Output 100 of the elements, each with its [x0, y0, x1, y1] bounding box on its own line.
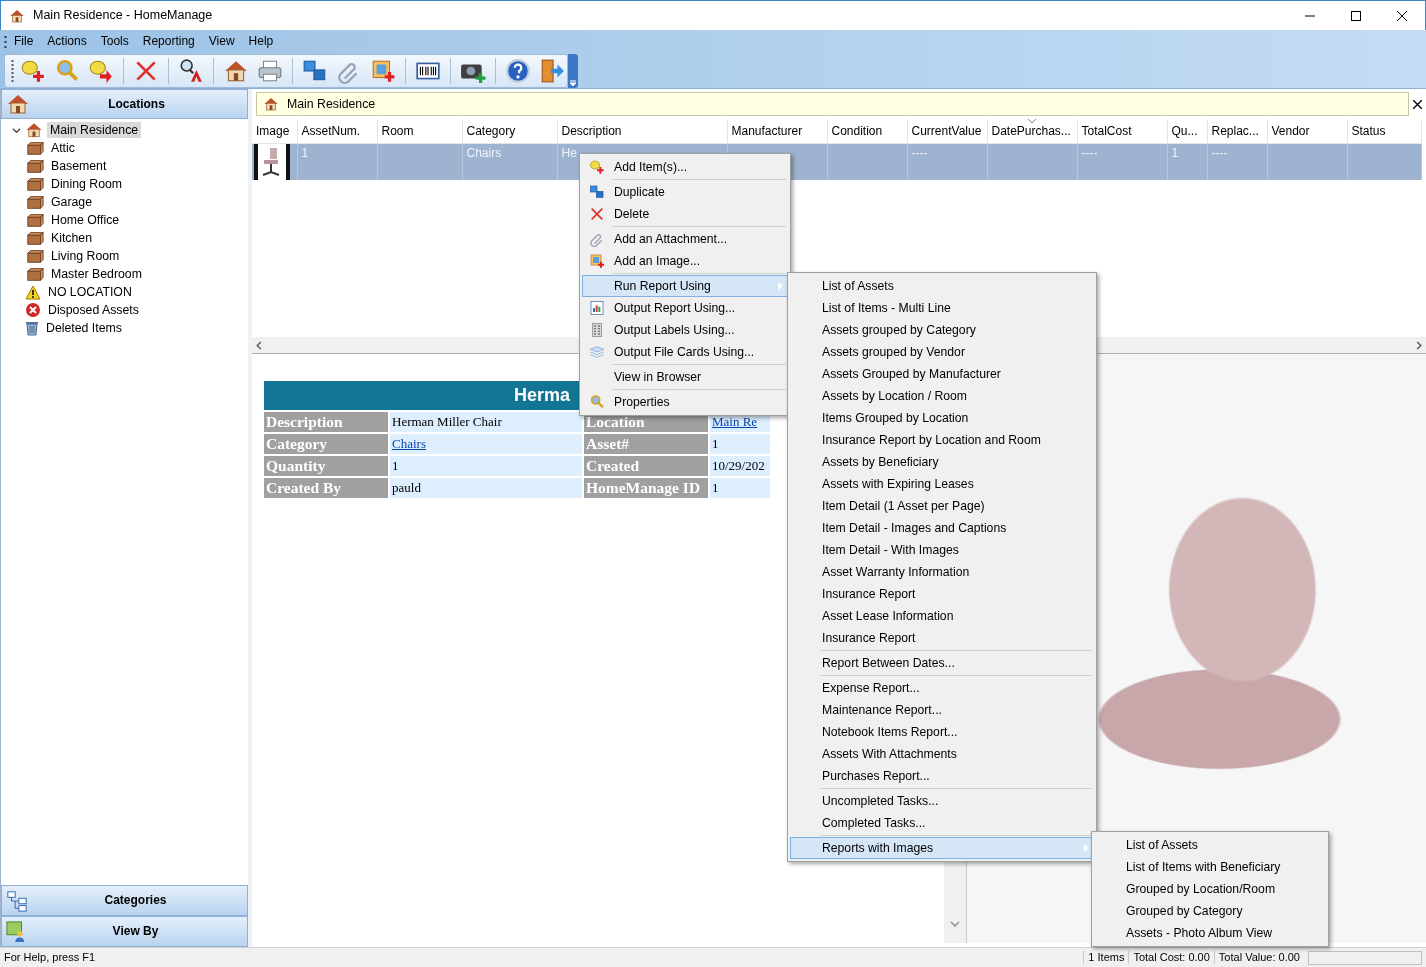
column-header[interactable]: DatePurchas...	[987, 119, 1077, 143]
field-value: 1	[712, 436, 719, 452]
menu-item[interactable]: Grouped by Category	[1094, 900, 1326, 922]
tree-item[interactable]: Home Office	[48, 211, 123, 229]
toolbar-overflow-button[interactable]	[568, 53, 578, 88]
menu-item[interactable]: Insurance Report	[790, 583, 1094, 605]
menu-item[interactable]: Completed Tasks...	[790, 812, 1094, 834]
menu-item[interactable]: Item Detail (1 Asset per Page)	[790, 495, 1094, 517]
tree-item[interactable]: Disposed Assets	[45, 301, 142, 319]
field-value: 10/29/202	[712, 458, 765, 474]
menu-item[interactable]: Uncompleted Tasks...	[790, 790, 1094, 812]
column-header[interactable]: Replac...	[1207, 119, 1267, 143]
menu-item[interactable]: Expense Report...	[790, 677, 1094, 699]
menu-item[interactable]: Assets by Beneficiary	[790, 451, 1094, 473]
column-header[interactable]: Manufacturer	[727, 119, 827, 143]
hierarchy-icon	[6, 889, 28, 912]
menu-item[interactable]: Output Labels Using...	[582, 319, 788, 341]
column-header[interactable]: Condition	[827, 119, 907, 143]
column-header[interactable]: Image	[252, 119, 297, 143]
caret-icon	[570, 79, 576, 86]
menu-item[interactable]: Item Detail - Images and Captions	[790, 517, 1094, 539]
menu-item[interactable]: Notebook Items Report...	[790, 721, 1094, 743]
menu-item[interactable]: View	[201, 32, 242, 51]
column-header[interactable]: Status	[1347, 119, 1421, 143]
menu-item[interactable]: Insurance Report	[790, 627, 1094, 649]
help-icon	[505, 57, 531, 84]
menu-item[interactable]: Assets Grouped by Manufacturer	[790, 363, 1094, 385]
cards-icon	[589, 344, 605, 360]
house-icon	[263, 96, 279, 112]
menu-item[interactable]: Maintenance Report...	[790, 699, 1094, 721]
tree-item[interactable]: Attic	[48, 139, 78, 157]
column-header[interactable]: TotalCost	[1077, 119, 1167, 143]
field-link[interactable]: Chairs	[392, 436, 426, 452]
menu-item[interactable]: Help	[241, 32, 281, 51]
menu-item[interactable]: Assets by Location / Room	[790, 385, 1094, 407]
report-icon	[589, 300, 605, 316]
menu-item[interactable]: Reports with Images	[790, 837, 1094, 859]
tree-item[interactable]: Kitchen	[48, 229, 96, 247]
box-icon	[26, 176, 44, 192]
pane-button[interactable]: View By	[1, 916, 248, 947]
menu-item[interactable]: Report Between Dates...	[790, 652, 1094, 674]
menu-item[interactable]: Output File Cards Using...	[582, 341, 788, 363]
menu-item[interactable]: Add an Attachment...	[582, 228, 788, 250]
pane-button[interactable]: Categories	[1, 885, 248, 916]
menu-item[interactable]: Duplicate	[582, 181, 788, 203]
column-header[interactable]: CurrentValue	[907, 119, 987, 143]
menu-item[interactable]: List of Assets	[1094, 834, 1326, 856]
column-header[interactable]: AssetNum.	[297, 119, 377, 143]
tree-item[interactable]: Garage	[48, 193, 96, 211]
location-label: Main Residence	[287, 96, 376, 112]
menu-item[interactable]: List of Assets	[790, 275, 1094, 297]
table-cell: Chairs	[466, 145, 502, 160]
menu-item[interactable]: Insurance Report by Location and Room	[790, 429, 1094, 451]
menu-item[interactable]: Item Detail - With Images	[790, 539, 1094, 561]
labels-icon	[589, 322, 605, 338]
menu-item[interactable]: Actions	[40, 32, 94, 51]
tree-item[interactable]: Master Bedroom	[48, 265, 145, 283]
tree-item[interactable]: Basement	[48, 157, 110, 175]
add-icon	[589, 159, 605, 175]
field-value: 1	[392, 458, 399, 474]
box-icon	[26, 266, 44, 282]
tree-item[interactable]: NO LOCATION	[45, 283, 135, 301]
tree-item[interactable]: Living Room	[48, 247, 123, 265]
delete-icon	[589, 206, 605, 222]
menu-item[interactable]: Assets grouped by Category	[790, 319, 1094, 341]
menu-item[interactable]: Output Report Using...	[582, 297, 788, 319]
menu-item[interactable]: Add an Image...	[582, 250, 788, 272]
menu-item[interactable]: Assets grouped by Vendor	[790, 341, 1094, 363]
table-cell: ----	[1081, 145, 1098, 160]
menu-item[interactable]: Grouped by Location/Room	[1094, 878, 1326, 900]
tree-item[interactable]: Main Residence	[47, 121, 142, 139]
menu-item[interactable]: Delete	[582, 203, 788, 225]
menu-item[interactable]: Asset Lease Information	[790, 605, 1094, 627]
menu-item[interactable]: Asset Warranty Information	[790, 561, 1094, 583]
menu-item[interactable]: Assets With Attachments	[790, 743, 1094, 765]
field-label: Description	[266, 412, 343, 430]
search-icon	[589, 394, 605, 410]
grip-icon	[11, 58, 14, 83]
status-text: For Help, press F1	[3, 950, 97, 965]
menu-item[interactable]: List of Items with Beneficiary	[1094, 856, 1326, 878]
tree-item[interactable]: Deleted Items	[43, 319, 125, 337]
column-header[interactable]: Room	[377, 119, 462, 143]
column-header[interactable]: Vendor	[1267, 119, 1347, 143]
field-label: Category	[266, 434, 328, 452]
menu-item[interactable]: Add Item(s)...	[582, 156, 788, 178]
field-value: 1	[712, 480, 719, 496]
table-cell: 1	[301, 145, 309, 160]
menu-item[interactable]: Reporting	[135, 32, 202, 51]
menu-item[interactable]: Items Grouped by Location	[790, 407, 1094, 429]
menu-item[interactable]: Purchases Report...	[790, 765, 1094, 787]
menu-item[interactable]: Run Report Using	[582, 275, 788, 297]
tree-item[interactable]: Dining Room	[48, 175, 126, 193]
menu-item[interactable]: Assets with Expiring Leases	[790, 473, 1094, 495]
menu-item[interactable]: Assets - Photo Album View	[1094, 922, 1326, 944]
menu-item[interactable]: File	[7, 32, 41, 51]
column-header[interactable]: Qu...	[1167, 119, 1207, 143]
menu-item[interactable]: List of Items - Multi Line	[790, 297, 1094, 319]
column-header[interactable]: Description	[557, 119, 727, 143]
menu-item[interactable]: Tools	[93, 32, 136, 51]
column-header[interactable]: Category	[462, 119, 557, 143]
